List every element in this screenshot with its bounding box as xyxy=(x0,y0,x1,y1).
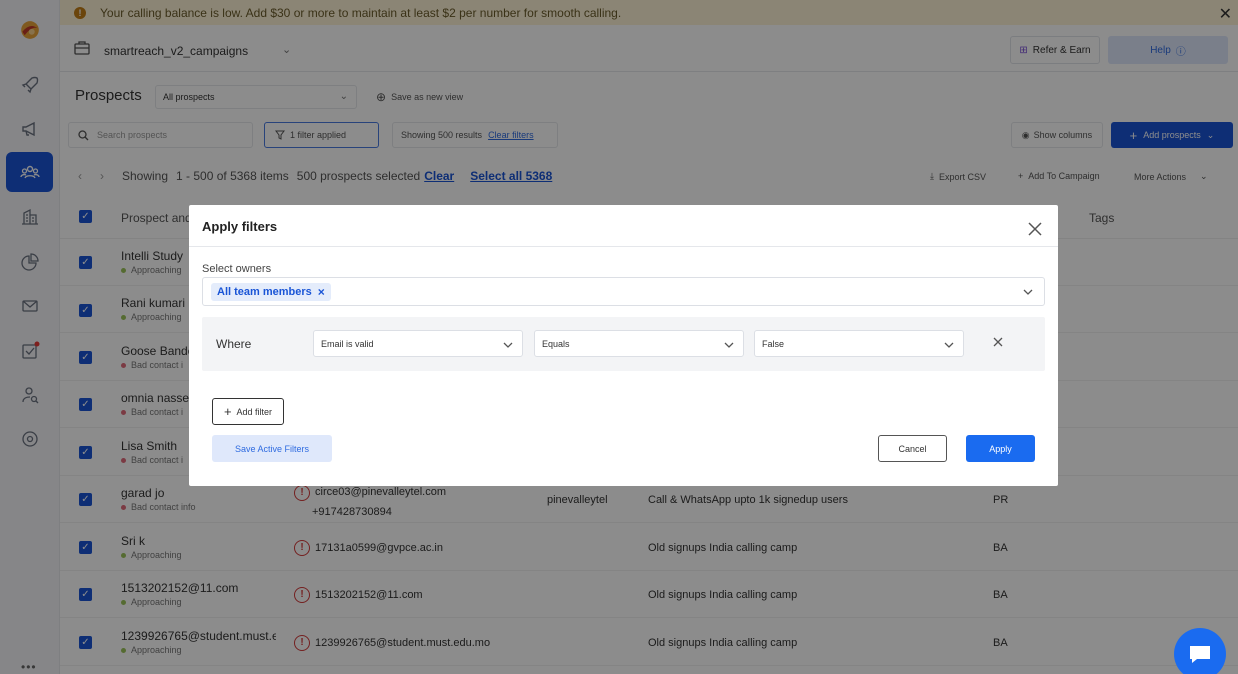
close-icon[interactable] xyxy=(1025,219,1045,239)
chevron-down-icon xyxy=(724,342,734,348)
owner-chip-label: All team members xyxy=(217,286,312,298)
owners-label: Select owners xyxy=(202,263,272,275)
chevron-down-icon xyxy=(1023,289,1033,295)
cancel-button[interactable]: Cancel xyxy=(878,435,947,462)
filter-row: Where Email is valid Equals False xyxy=(202,317,1045,371)
where-label: Where xyxy=(216,337,252,351)
apply-filters-modal: Apply filters Select owners All team mem… xyxy=(189,205,1058,486)
chevron-down-icon xyxy=(503,342,513,348)
divider xyxy=(189,246,1058,247)
owner-chip: All team members × xyxy=(211,283,331,301)
value-select-value: False xyxy=(762,339,785,349)
remove-chip-icon[interactable]: × xyxy=(318,285,325,299)
value-select[interactable]: False xyxy=(754,330,964,357)
add-filter-button[interactable]: + Add filter xyxy=(212,398,284,425)
apply-button[interactable]: Apply xyxy=(966,435,1035,462)
field-select-value: Email is valid xyxy=(321,339,374,349)
operator-select-value: Equals xyxy=(542,339,570,349)
chat-icon xyxy=(1190,646,1210,663)
plus-icon: + xyxy=(223,404,232,419)
remove-filter-icon[interactable] xyxy=(992,336,1004,348)
operator-select[interactable]: Equals xyxy=(534,330,744,357)
chat-widget-button[interactable] xyxy=(1174,628,1226,674)
modal-title: Apply filters xyxy=(202,219,278,234)
add-filter-label: Add filter xyxy=(236,406,273,417)
field-select[interactable]: Email is valid xyxy=(313,330,523,357)
save-active-filters-button[interactable]: Save Active Filters xyxy=(212,435,332,462)
owners-select[interactable]: All team members × xyxy=(202,277,1045,306)
chevron-down-icon xyxy=(944,342,954,348)
